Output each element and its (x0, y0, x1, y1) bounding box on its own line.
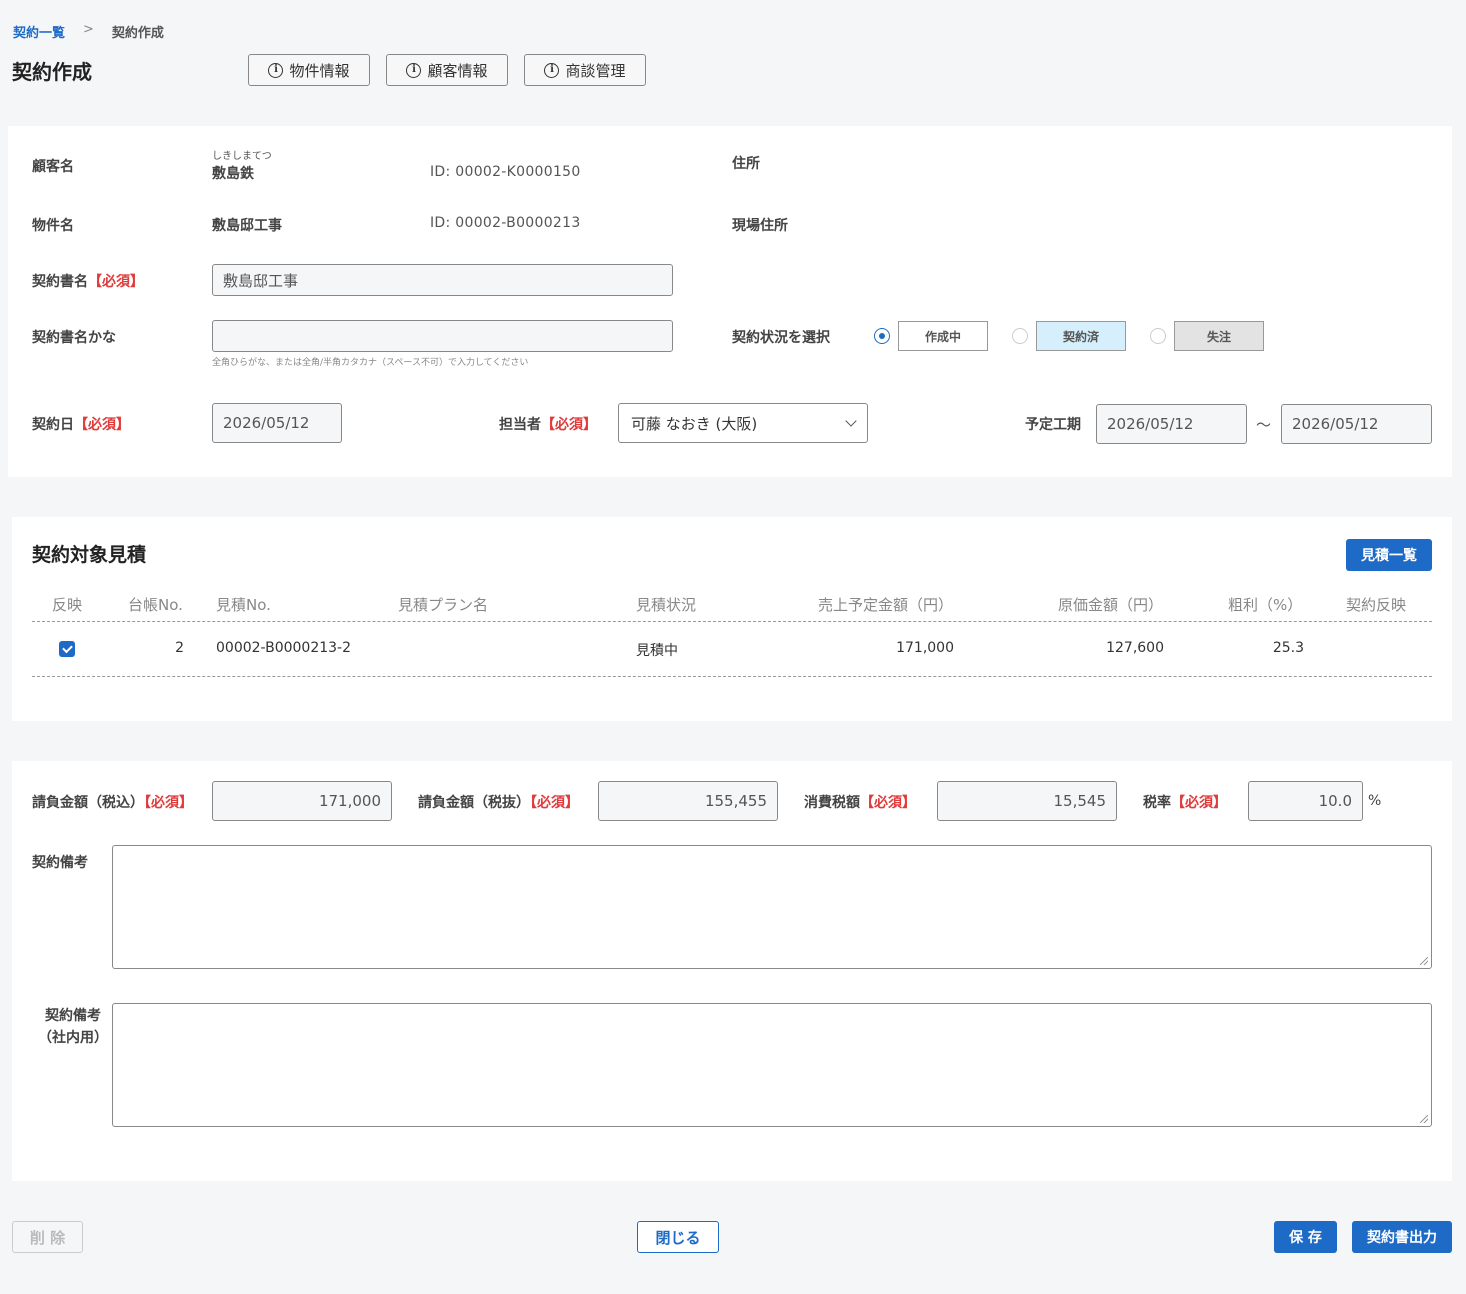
amount-incl-tax-input[interactable]: 171,000 (212, 781, 392, 821)
required-badge: 【必須】 (860, 795, 916, 811)
site-address-label: 現場住所 (732, 218, 788, 234)
property-label: 物件名 (32, 218, 74, 234)
breadcrumb-link-contract-list[interactable]: 契約一覧 (13, 22, 65, 41)
cell-estimate-no: 00002-B0000213-2 (216, 640, 352, 656)
cell-ledger-no: 2 (175, 640, 184, 656)
tax-rate-input[interactable]: 10.0 (1248, 781, 1363, 821)
resize-handle-icon[interactable] (1420, 1115, 1428, 1123)
tax-rate-unit: % (1368, 793, 1382, 809)
amount-excl-tax-input[interactable]: 155,455 (598, 781, 778, 821)
contract-kana-label: 契約書名かな (32, 330, 116, 346)
staff-label: 担当者【必須】 (499, 417, 597, 433)
contract-date-input[interactable]: 2026/05/12 (212, 403, 342, 443)
property-id: ID: 00002-B0000213 (430, 215, 581, 231)
contract-name-label: 契約書名【必須】 (32, 274, 144, 290)
estimate-list-button[interactable]: 見積一覧 (1346, 539, 1432, 571)
required-badge: 【必須】 (74, 417, 130, 433)
col-header-sales: 売上予定金額（円） (818, 596, 954, 614)
tax-amount-label: 消費税額【必須】 (804, 795, 916, 811)
status-radio-contracted[interactable] (1012, 328, 1028, 344)
save-button[interactable]: 保 存 (1274, 1221, 1337, 1253)
col-header-plan-name: 見積プラン名 (398, 596, 489, 614)
deal-management-label: 商談管理 (565, 61, 626, 80)
reflect-checkbox[interactable] (59, 641, 75, 657)
status-label: 契約状況を選択 (732, 330, 830, 346)
chevron-down-icon (845, 415, 857, 427)
cell-sales: 171,000 (896, 640, 954, 656)
col-header-contract-reflect: 契約反映 (1346, 596, 1407, 614)
amount-incl-tax-label: 請負金額（税込）【必須】 (32, 795, 193, 811)
customer-info-label: 顧客情報 (427, 61, 488, 80)
customer-info-button[interactable]: i 顧客情報 (386, 54, 508, 86)
contract-kana-input[interactable] (212, 320, 673, 352)
breadcrumb: 契約一覧 > 契約作成 (13, 22, 164, 41)
col-header-estimate-status: 見積状況 (636, 596, 697, 614)
col-header-margin: 粗利（%） (1228, 596, 1303, 614)
tax-amount-input[interactable]: 15,545 (937, 781, 1117, 821)
customer-ruby: しきしまてつ (212, 151, 272, 162)
estimates-title: 契約対象見積 (32, 544, 147, 566)
close-button[interactable]: 閉じる (637, 1221, 719, 1253)
staff-selected-value: 可藤 なおき (大阪) (631, 414, 758, 433)
customer-label: 顧客名 (32, 159, 74, 175)
deal-management-button[interactable]: i 商談管理 (524, 54, 646, 86)
cell-margin: 25.3 (1272, 640, 1304, 656)
col-header-estimate-no: 見積No. (216, 596, 271, 614)
estimates-panel (12, 517, 1452, 721)
property-name: 敷島邸工事 (212, 218, 282, 234)
required-badge: 【必須】 (144, 795, 193, 811)
internal-remarks-label: 契約備考 （社内用） (38, 1008, 108, 1046)
col-header-ledger-no: 台帳No. (128, 596, 183, 614)
delete-button[interactable]: 削 除 (12, 1221, 83, 1253)
customer-name: 敷島鉄 (212, 166, 254, 182)
info-icon: i (406, 62, 422, 78)
export-contract-button[interactable]: 契約書出力 (1352, 1221, 1452, 1253)
required-badge: 【必須】 (541, 417, 597, 433)
contract-name-input[interactable]: 敷島邸工事 (212, 264, 673, 296)
remarks-label: 契約備考 (32, 855, 88, 871)
cell-cost: 127,600 (1106, 640, 1164, 656)
address-label: 住所 (732, 156, 760, 172)
amount-excl-tax-label: 請負金額（税抜）【必須】 (418, 795, 579, 811)
resize-handle-icon[interactable] (1420, 957, 1428, 965)
schedule-start-input[interactable]: 2026/05/12 (1096, 404, 1247, 444)
page-title: 契約作成 (12, 60, 92, 84)
customer-id: ID: 00002-K0000150 (430, 164, 581, 180)
property-info-label: 物件情報 (289, 61, 350, 80)
schedule-end-input[interactable]: 2026/05/12 (1281, 404, 1432, 444)
contract-date-label: 契約日【必須】 (32, 417, 130, 433)
status-option-contracted[interactable]: 契約済 (1036, 321, 1126, 351)
table-divider (32, 676, 1432, 677)
schedule-label: 予定工期 (1025, 417, 1081, 433)
info-icon: i (544, 62, 560, 78)
breadcrumb-current: 契約作成 (111, 26, 164, 41)
staff-select[interactable]: 可藤 なおき (大阪) (618, 403, 868, 443)
remarks-textarea[interactable] (112, 845, 1432, 969)
schedule-tilde: ～ (1256, 416, 1272, 434)
cell-estimate-status: 見積中 (636, 643, 678, 659)
status-radio-lost[interactable] (1150, 328, 1166, 344)
status-radio-drafting[interactable] (874, 328, 890, 344)
required-badge: 【必須】 (1171, 795, 1227, 811)
info-icon: i (268, 62, 284, 78)
internal-remarks-textarea[interactable] (112, 1003, 1432, 1127)
required-badge: 【必須】 (530, 795, 579, 811)
property-info-button[interactable]: i 物件情報 (248, 54, 370, 86)
status-option-drafting[interactable]: 作成中 (898, 321, 988, 351)
status-option-lost[interactable]: 失注 (1174, 321, 1264, 351)
required-badge: 【必須】 (88, 274, 144, 290)
kana-hint: 全角ひらがな、または全角/半角カタカナ（スペース不可）で入力してください (212, 358, 529, 368)
col-header-reflect: 反映 (52, 596, 83, 614)
breadcrumb-separator: > (83, 22, 94, 37)
col-header-cost: 原価金額（円） (1058, 596, 1164, 614)
tax-rate-label: 税率【必須】 (1143, 795, 1227, 811)
